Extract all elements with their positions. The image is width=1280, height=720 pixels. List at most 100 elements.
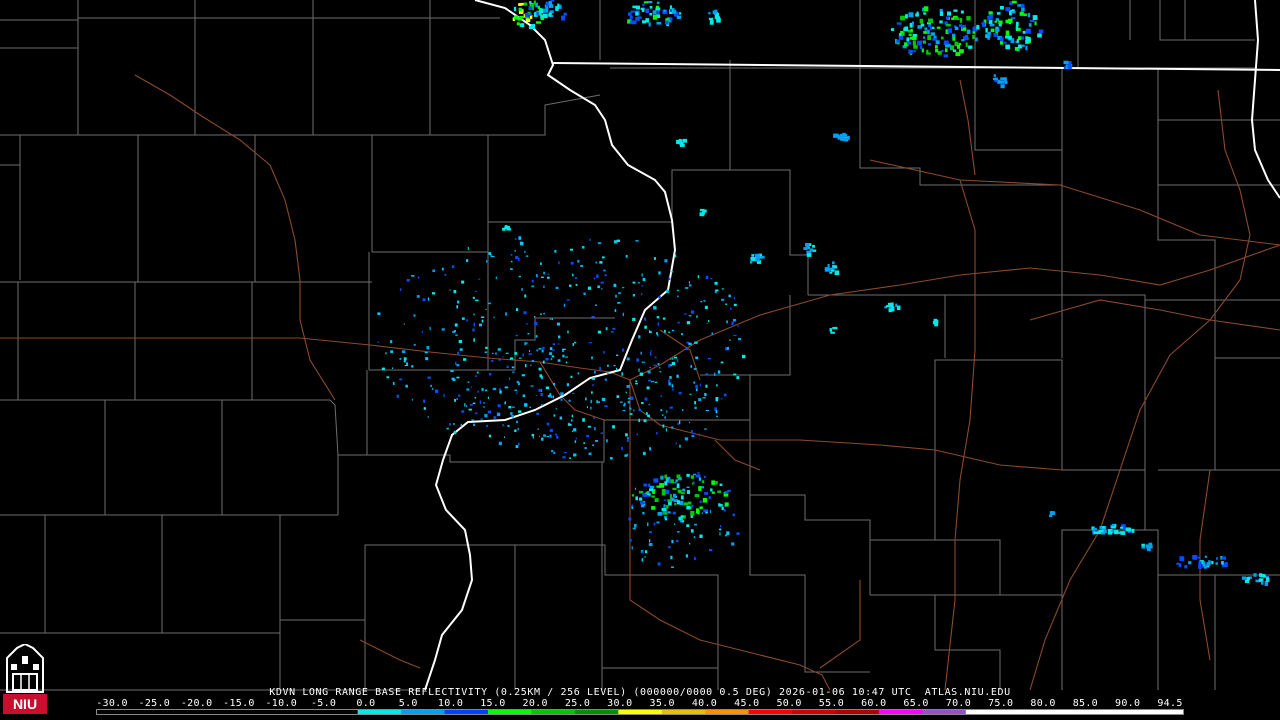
radar-echo bbox=[686, 486, 690, 488]
radar-echo bbox=[1008, 36, 1012, 40]
scale-label: 20.0 bbox=[522, 698, 548, 709]
radar-echo bbox=[923, 36, 926, 39]
radar-echo bbox=[652, 14, 658, 20]
radar-echo bbox=[733, 318, 737, 322]
radar-echo bbox=[1258, 578, 1264, 583]
radar-echo bbox=[638, 368, 640, 372]
radar-echo bbox=[589, 238, 591, 241]
radar-echo bbox=[641, 285, 643, 287]
radar-echo bbox=[649, 488, 654, 492]
radar-echo bbox=[702, 397, 706, 399]
caption-resolution: (0.25KM / 256 LEVEL) bbox=[494, 687, 627, 698]
radar-echo bbox=[536, 11, 539, 16]
radar-echo bbox=[832, 327, 836, 330]
radar-echo bbox=[460, 423, 462, 428]
radar-echo bbox=[993, 33, 998, 37]
radar-echo bbox=[539, 7, 542, 13]
radar-echo bbox=[399, 358, 402, 360]
scale-label: 85.0 bbox=[1072, 698, 1099, 709]
radar-echo bbox=[641, 558, 644, 562]
radar-echo bbox=[568, 399, 571, 402]
radar-echo bbox=[481, 319, 484, 323]
radar-echo bbox=[557, 343, 560, 345]
radar-echo bbox=[569, 248, 573, 251]
radar-echo bbox=[413, 314, 416, 317]
radar-echo bbox=[642, 3, 645, 7]
radar-echo bbox=[622, 410, 626, 412]
radar-echo bbox=[693, 368, 697, 370]
radar-echo bbox=[676, 15, 682, 19]
radar-echo bbox=[1021, 44, 1025, 47]
radar-echo bbox=[670, 358, 672, 360]
radar-echo bbox=[411, 275, 415, 277]
radar-echo bbox=[649, 6, 653, 9]
radar-echo bbox=[961, 39, 965, 42]
radar-echo bbox=[647, 522, 649, 527]
radar-echo bbox=[562, 349, 565, 352]
radar-echo bbox=[678, 490, 682, 494]
radar-echo bbox=[723, 393, 727, 397]
radar-echo bbox=[518, 257, 520, 262]
radar-echo bbox=[656, 15, 661, 19]
radar-echo bbox=[595, 261, 598, 264]
radar-echo bbox=[516, 392, 518, 395]
radar-echo bbox=[1025, 36, 1031, 42]
radar-echo bbox=[627, 400, 631, 404]
radar-echo bbox=[705, 275, 709, 280]
radar-echo bbox=[487, 410, 492, 414]
radar-echo bbox=[538, 347, 542, 350]
radar-echo bbox=[1207, 562, 1211, 566]
radar-echo bbox=[403, 357, 407, 361]
radar-echo bbox=[642, 20, 646, 24]
radar-echo bbox=[454, 399, 456, 402]
radar-echo bbox=[456, 376, 460, 379]
radar-echo bbox=[711, 332, 714, 335]
radar-echo bbox=[641, 402, 644, 405]
radar-echo bbox=[518, 275, 521, 278]
radar-echo bbox=[546, 422, 550, 426]
radar-echo bbox=[461, 410, 465, 413]
radar-echo bbox=[521, 23, 525, 28]
radar-echo bbox=[446, 427, 449, 430]
radar-echo bbox=[678, 392, 682, 395]
radar-echo bbox=[947, 11, 952, 16]
radar-echo bbox=[567, 330, 569, 334]
radar-echo bbox=[945, 16, 949, 20]
radar-echo bbox=[675, 479, 678, 482]
radar-echo bbox=[521, 288, 523, 291]
radar-echo bbox=[480, 418, 483, 420]
radar-echo bbox=[1216, 557, 1219, 560]
radar-echo bbox=[686, 321, 691, 325]
radar-echo bbox=[1004, 41, 1007, 44]
radar-echo bbox=[644, 325, 647, 329]
radar-echo bbox=[614, 309, 617, 313]
radar-echo bbox=[621, 446, 623, 451]
radar-echo bbox=[513, 6, 517, 12]
radar-echo bbox=[667, 511, 671, 514]
radar-echo bbox=[995, 27, 1000, 32]
radar-echo bbox=[649, 485, 655, 489]
radar-echo bbox=[891, 28, 895, 31]
radar-echo bbox=[1019, 11, 1024, 16]
radar-echo bbox=[635, 11, 639, 16]
radar-echo bbox=[646, 386, 650, 390]
radar-echo bbox=[588, 342, 593, 344]
radar-echo bbox=[698, 486, 702, 491]
radar-echo bbox=[982, 22, 986, 28]
radar-echo bbox=[943, 40, 949, 45]
radar-echo bbox=[617, 302, 621, 304]
radar-echo bbox=[654, 356, 657, 359]
radar-echo bbox=[631, 504, 633, 507]
radar-echo bbox=[509, 357, 514, 360]
radar-echo bbox=[597, 401, 600, 404]
radar-echo bbox=[708, 17, 714, 21]
radar-echo bbox=[705, 511, 708, 514]
radar-echo bbox=[724, 502, 729, 507]
radar-echo bbox=[717, 490, 722, 493]
radar-echo bbox=[585, 397, 587, 401]
radar-echo bbox=[669, 376, 672, 379]
radar-echo bbox=[555, 6, 559, 11]
radar-echo bbox=[1014, 47, 1019, 51]
radar-echo bbox=[396, 394, 399, 398]
radar-echo bbox=[504, 401, 506, 405]
